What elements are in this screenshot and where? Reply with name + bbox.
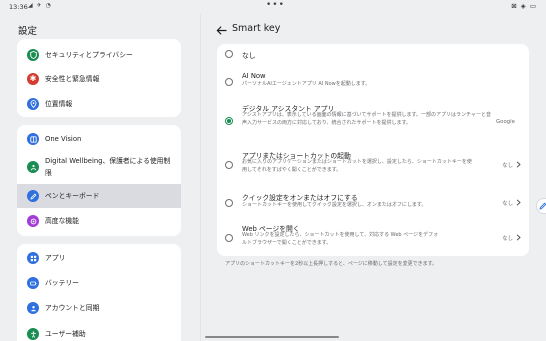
back-button[interactable] — [214, 23, 228, 37]
wellbeing-icon — [27, 161, 39, 173]
option-description: お気に入りのアプリケーションまたはショートカットを選択し、設定したら、ショートカ… — [242, 159, 472, 173]
option-description: パーソナルAIエージェントアプリ AI Nowを起動します。 — [242, 81, 371, 87]
radio-button[interactable] — [225, 199, 233, 207]
status-dots-icon: ••• — [266, 0, 285, 10]
sidebar-item-label: セキュリティとプライバシー — [45, 51, 133, 59]
status-system-icons: ⊠ ◈ ▭ — [511, 2, 537, 10]
pen-icon — [539, 202, 546, 210]
sidebar-group-privacy: セキュリティとプライバシー ✱ 安全性と緊急情報 位置情報 — [17, 39, 181, 117]
sidebar-item-battery[interactable]: バッテリー — [17, 273, 181, 293]
chevron-right-icon — [516, 199, 521, 206]
radio-button[interactable] — [225, 78, 233, 86]
chevron-right-icon — [516, 234, 521, 241]
option-title: なし — [242, 52, 256, 60]
sidebar-item-label: 位置情報 — [45, 100, 73, 108]
option-value: なし — [502, 201, 513, 207]
one-vision-icon — [27, 133, 39, 145]
sidebar-group-system: アプリ バッテリー アカウントと同期 ユーザー補助 — [17, 244, 181, 341]
status-notification-icons: ◢ ✈ ◔ — [28, 2, 52, 9]
home-indicator[interactable] — [205, 336, 339, 338]
option-description: ショートカットキーを使用してクイック設定を選択し、オンまたはオフにします。 — [242, 202, 427, 208]
radio-button[interactable] — [225, 161, 233, 169]
option-value: なし — [502, 236, 513, 242]
sidebar-item-pen-keyboard[interactable]: ペンとキーボード — [17, 184, 181, 208]
sidebar-item-label: 安全性と緊急情報 — [45, 75, 100, 83]
accessibility-icon — [27, 328, 39, 340]
back-arrow-icon — [216, 25, 227, 35]
sidebar-item-label: アカウントと同期 — [45, 304, 100, 312]
settings-sidebar: 設定 セキュリティとプライバシー ✱ 安全性と緊急情報 位置情報 One Vis… — [0, 14, 200, 341]
option-title: AI Now — [242, 72, 266, 80]
footnote-text: アプリのショートカットキーを2秒以上長押しすると、ページに移動して設定を変更でき… — [225, 261, 438, 267]
option-open-webpage[interactable]: Web ページを開く Web リンクを設定したら、ショートカットを使用して、対応… — [217, 222, 529, 254]
option-digital-assistant[interactable]: デジタル アシスタント アプリ アシストアプリは、表示している画面の情報に基づい… — [217, 101, 529, 141]
pen-icon — [27, 190, 39, 202]
smart-key-pane: Smart key なし AI Now パーソナルAIエージェントアプリ AI … — [201, 14, 546, 341]
option-description: Web リンクを設定したら、ショートカットを使用して、対応する Web ページを… — [242, 232, 439, 246]
option-ai-now[interactable]: AI Now パーソナルAIエージェントアプリ AI Nowを起動します。 — [217, 69, 529, 95]
option-quick-settings[interactable]: クイック設定をオンまたはオフにする ショートカットキーを使用してクイック設定を選… — [217, 190, 529, 216]
option-launch-app[interactable]: アプリまたはショートカットの起動 お気に入りのアプリケーションまたはショートカッ… — [217, 148, 529, 182]
radio-button[interactable] — [225, 234, 233, 242]
sidebar-item-security[interactable]: セキュリティとプライバシー — [17, 45, 181, 65]
sidebar-item-advanced[interactable]: 高度な機能 — [17, 211, 181, 231]
sidebar-item-label: Digital Wellbeing、保護者による使用制限 — [45, 157, 171, 177]
emergency-icon: ✱ — [27, 73, 39, 85]
chevron-right-icon — [516, 161, 521, 168]
sidebar-item-accounts[interactable]: アカウントと同期 — [17, 298, 181, 318]
sidebar-item-label: 高度な機能 — [45, 217, 79, 225]
sidebar-item-label: ユーザー補助 — [45, 330, 86, 338]
floating-pen-handle[interactable] — [536, 198, 546, 214]
sidebar-item-label: ペンとキーボード — [45, 192, 100, 200]
sidebar-item-label: One Vision — [45, 135, 82, 143]
option-value: なし — [502, 163, 513, 169]
option-value: Google — [495, 119, 515, 125]
sidebar-item-one-vision[interactable]: One Vision — [17, 129, 181, 149]
status-bar: 13:36 ◢ ✈ ◔ ••• ⊠ ◈ ▭ — [0, 0, 546, 14]
smart-key-options-card: なし AI Now パーソナルAIエージェントアプリ AI Nowを起動します。… — [217, 44, 529, 256]
radio-button[interactable] — [225, 50, 233, 58]
sidebar-item-location[interactable]: 位置情報 — [17, 94, 181, 114]
option-description: アシストアプリは、表示している画面の情報に基づいてサポートを提供します。一部のア… — [242, 112, 491, 126]
sidebar-group-features: One Vision Digital Wellbeing、保護者による使用制限 … — [17, 125, 181, 236]
apps-icon — [27, 252, 39, 264]
battery-icon — [27, 277, 39, 289]
sidebar-item-accessibility[interactable]: ユーザー補助 — [17, 324, 181, 341]
radio-button-selected[interactable] — [225, 117, 233, 125]
status-time: 13:36 — [9, 3, 28, 11]
sidebar-item-digital-wellbeing[interactable]: Digital Wellbeing、保護者による使用制限 — [17, 152, 181, 182]
page-title: Smart key — [232, 23, 281, 34]
sidebar-item-safety[interactable]: ✱ 安全性と緊急情報 — [17, 69, 181, 89]
sidebar-item-label: バッテリー — [45, 279, 79, 287]
option-title: クイック設定をオンまたはオフにする — [242, 194, 358, 202]
advanced-icon — [27, 215, 39, 227]
option-none[interactable]: なし — [217, 44, 529, 66]
shield-icon — [27, 49, 39, 61]
account-icon — [27, 302, 39, 314]
sidebar-item-label: アプリ — [45, 254, 66, 262]
settings-title: 設定 — [18, 26, 38, 37]
sidebar-item-apps[interactable]: アプリ — [17, 248, 181, 268]
location-icon — [27, 98, 39, 110]
